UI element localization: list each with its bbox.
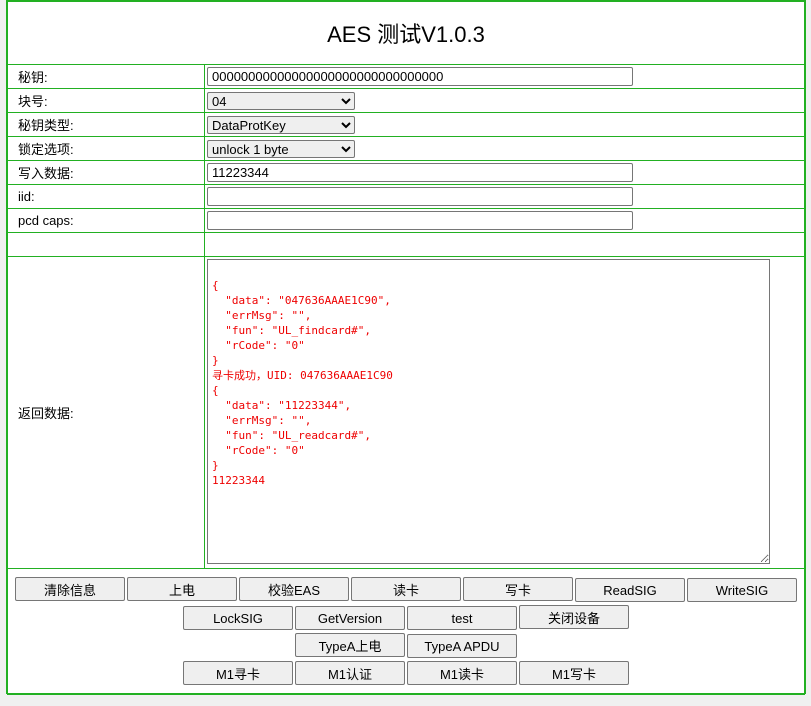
lock-sig-button[interactable]: LockSIG <box>183 606 293 630</box>
return-label: 返回数据: <box>7 256 205 569</box>
key-label: 秘钥: <box>7 64 205 89</box>
block-label: 块号: <box>7 88 205 113</box>
lock-label: 锁定选项: <box>7 136 205 161</box>
return-data-textarea[interactable]: { "data": "047636AAAE1C90", "errMsg": ""… <box>207 259 770 564</box>
block-select[interactable]: 04 <box>207 91 355 110</box>
write-sig-button[interactable]: WriteSIG <box>687 578 797 602</box>
button-row-2: LockSIG GetVersion test 关闭设备 <box>8 605 804 630</box>
write-card-button[interactable]: 写卡 <box>463 577 573 601</box>
empty-cell <box>204 232 805 257</box>
key-type-label: 秘钥类型: <box>7 112 205 137</box>
m1-write-card-button[interactable]: M1写卡 <box>519 661 629 685</box>
close-device-button[interactable]: 关闭设备 <box>519 605 629 629</box>
typea-power-on-button[interactable]: TypeA上电 <box>295 633 405 657</box>
m1-auth-button[interactable]: M1认证 <box>295 661 405 685</box>
button-row-3: TypeA上电 TypeA APDU <box>8 633 804 658</box>
button-area: 清除信息 上电 校验EAS 读卡 写卡 ReadSIG WriteSIG LockSIG Ge… <box>7 568 805 695</box>
pcd-caps-label: pcd caps: <box>7 208 205 233</box>
clear-info-button[interactable]: 清除信息 <box>15 577 125 601</box>
iid-input[interactable] <box>207 187 633 206</box>
verify-eas-button[interactable]: 校验EAS <box>239 577 349 601</box>
write-data-label: 写入数据: <box>7 160 205 185</box>
typea-apdu-button[interactable]: TypeA APDU <box>407 634 517 658</box>
iid-label: iid: <box>7 184 205 209</box>
pcd-caps-input[interactable] <box>207 211 633 230</box>
power-on-button[interactable]: 上电 <box>127 577 237 601</box>
get-version-button[interactable]: GetVersion <box>295 606 405 630</box>
page-title: AES 测试V1.0.3 <box>7 1 805 65</box>
write-data-input[interactable] <box>207 163 633 182</box>
empty-cell <box>7 232 205 257</box>
aes-test-panel: AES 测试V1.0.3 秘钥: 块号:04 秘钥类型:DataProtKey … <box>6 0 806 695</box>
key-input[interactable] <box>207 67 633 86</box>
key-type-select[interactable]: DataProtKey <box>207 115 355 134</box>
lock-select[interactable]: unlock 1 byte <box>207 139 355 158</box>
read-card-button[interactable]: 读卡 <box>351 577 461 601</box>
button-row-4: M1寻卡 M1认证 M1读卡 M1写卡 <box>8 661 804 685</box>
button-row-1: 清除信息 上电 校验EAS 读卡 写卡 ReadSIG WriteSIG <box>8 577 804 602</box>
m1-find-card-button[interactable]: M1寻卡 <box>183 661 293 685</box>
m1-read-card-button[interactable]: M1读卡 <box>407 661 517 685</box>
test-button[interactable]: test <box>407 606 517 630</box>
read-sig-button[interactable]: ReadSIG <box>575 578 685 602</box>
